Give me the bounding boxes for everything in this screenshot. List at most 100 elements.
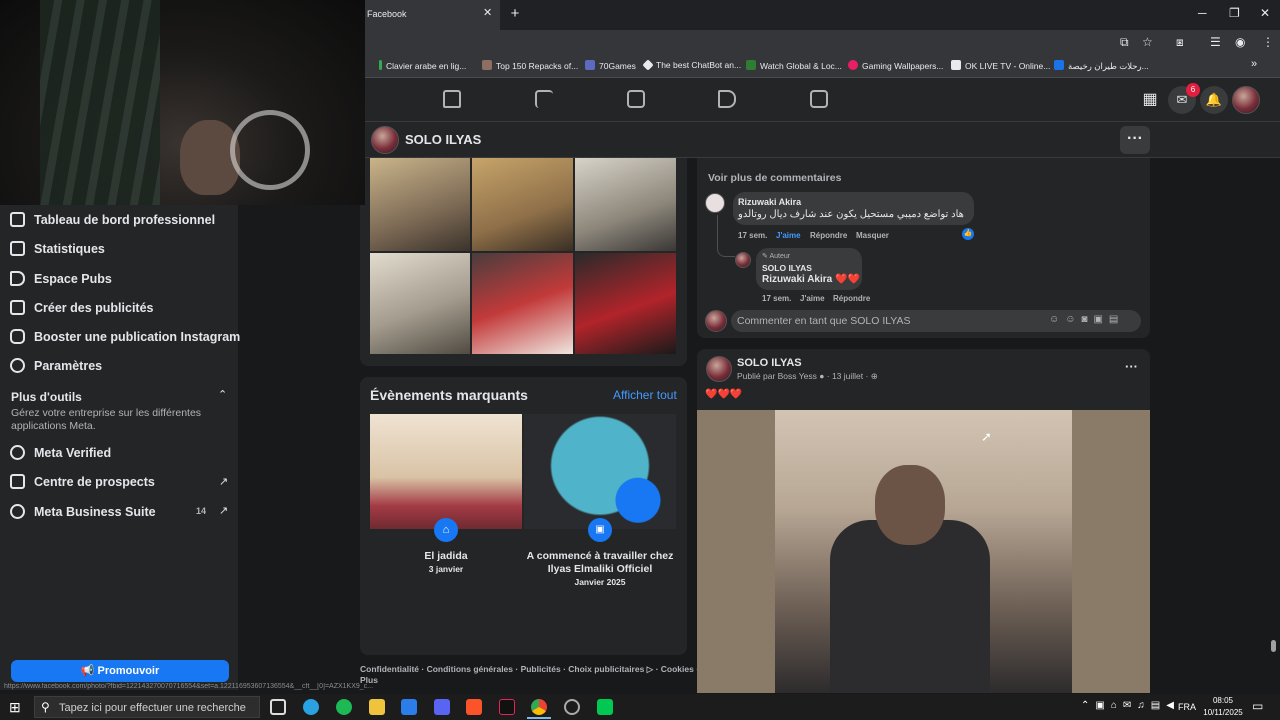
task-view-icon[interactable]	[270, 699, 286, 715]
home-icon: ⌂	[434, 518, 458, 542]
store-icon[interactable]	[401, 699, 417, 715]
reply-reply-link[interactable]: Répondre	[833, 294, 870, 303]
menu-kebab-icon[interactable]: ⋮	[1262, 35, 1274, 49]
business-suite-count: 14	[196, 506, 207, 516]
page-name[interactable]: SOLO ILYAS	[405, 132, 481, 147]
page-avatar[interactable]	[371, 126, 399, 154]
extensions-icon[interactable]: ⧆	[1176, 35, 1184, 50]
home-icon[interactable]	[443, 90, 461, 108]
promote-button[interactable]: 📢 Promouvoir	[11, 660, 229, 682]
window-close-icon[interactable]: ✕	[1260, 6, 1270, 20]
bookmark-star-icon[interactable]: ☆	[1142, 35, 1153, 49]
business-suite-icon	[10, 504, 25, 519]
post-author[interactable]: SOLO ILYAS	[737, 357, 802, 369]
video-icon[interactable]	[810, 90, 828, 108]
close-tab-icon[interactable]: ✕	[483, 6, 492, 19]
clock-time[interactable]: 08:05	[1203, 696, 1243, 705]
sidebar-item-meta-verified[interactable]: Meta Verified	[10, 445, 111, 460]
edge-icon[interactable]	[303, 699, 319, 715]
sidebar-item-settings[interactable]: Paramètres	[10, 358, 102, 373]
photo-thumbnail[interactable]	[575, 158, 676, 251]
active-app-indicator	[527, 717, 551, 719]
bookmark-item[interactable]: رحلات طيران رخيصة...	[1054, 60, 1149, 72]
collapse-chevron-icon[interactable]: ⌃	[218, 388, 227, 401]
page-options-icon[interactable]: ···	[1120, 126, 1150, 154]
bookmark-item[interactable]: Gaming Wallpapers...	[848, 60, 943, 71]
sidebar-item-business-suite[interactable]: Meta Business Suite	[10, 504, 156, 519]
sidebar-item-boost-instagram[interactable]: Booster une publication Instagram	[10, 329, 240, 344]
discord-icon[interactable]	[434, 699, 450, 715]
event-image[interactable]	[524, 414, 676, 529]
comment-hide-link[interactable]: Masquer	[856, 231, 889, 240]
event-date: Janvier 2025	[574, 577, 626, 587]
messenger-badge: 6	[1186, 83, 1200, 97]
reply-avatar[interactable]	[735, 252, 751, 268]
events-card: Évènements marquants Afficher tout ⌂ ▣ E…	[360, 377, 687, 655]
file-explorer-icon[interactable]	[369, 699, 385, 715]
thread-line	[717, 215, 735, 257]
tiktok-icon[interactable]	[499, 699, 515, 715]
bookmark-item[interactable]: The best ChatBot an...	[642, 59, 741, 71]
commenter-avatar[interactable]	[705, 193, 725, 213]
obs-icon[interactable]	[564, 699, 580, 715]
bookmark-item[interactable]: 70Games	[585, 60, 636, 71]
reply-author[interactable]: SOLO ILYAS	[762, 263, 812, 273]
tab-facebook[interactable]: Facebook ✕	[365, 0, 500, 30]
maximize-icon[interactable]: ❐	[1229, 6, 1240, 20]
app-icon[interactable]	[597, 699, 613, 715]
see-more-comments-link[interactable]: Voir plus de commentaires	[708, 172, 841, 184]
see-all-link[interactable]: Afficher tout	[613, 388, 677, 402]
clock-date[interactable]: 10/11/2025	[1200, 708, 1246, 717]
sidebar-item-statistics[interactable]: Statistiques	[10, 241, 105, 256]
megaphone-icon[interactable]	[718, 90, 736, 108]
language-indicator[interactable]: FRA	[1178, 702, 1196, 712]
minimize-icon[interactable]: ─	[1198, 6, 1207, 20]
media-icon[interactable]: ☰	[1210, 35, 1221, 49]
flag-icon[interactable]	[535, 90, 553, 108]
taskbar-search[interactable]: ⚲ Tapez ici pour effectuer une recherche	[34, 696, 260, 718]
notifications-bell-icon[interactable]: 🔔	[1200, 86, 1228, 114]
bookmark-item[interactable]: Clavier arabe en lig...	[379, 60, 466, 71]
more-bookmarks-icon[interactable]: »	[1251, 58, 1257, 70]
comment-input[interactable]: Commenter en tant que SOLO ILYAS ☺☺◙▣▤	[731, 310, 1141, 332]
page-scrollbar[interactable]	[1271, 640, 1276, 652]
system-tray-icons[interactable]: ⌃▣⌂✉♫▤◀	[1081, 700, 1180, 711]
footer-links[interactable]: Confidentialité · Conditions générales ·…	[360, 664, 699, 675]
spotify-icon[interactable]	[336, 699, 352, 715]
reply-like-link[interactable]: J'aime	[800, 294, 825, 303]
comment-like-link[interactable]: J'aime	[776, 231, 801, 240]
post-author-avatar[interactable]	[706, 356, 732, 382]
event-image[interactable]	[370, 414, 522, 529]
sidebar-item-leads-center[interactable]: Centre de prospects	[10, 474, 155, 489]
post-image[interactable]	[775, 410, 1072, 693]
comment-author[interactable]: Rizuwaki Akira	[738, 197, 801, 207]
comment-reply-link[interactable]: Répondre	[810, 231, 847, 240]
bookmark-item[interactable]: Watch Global & Loc...	[746, 60, 842, 71]
photo-thumbnail[interactable]	[370, 253, 470, 354]
sidebar-item-create-ads[interactable]: Créer des publicités	[10, 300, 154, 315]
brave-icon[interactable]	[466, 699, 482, 715]
bookmark-favicon-icon	[1054, 60, 1064, 70]
sidebar-item-ad-center[interactable]: Espace Pubs	[10, 271, 112, 286]
post-options-icon[interactable]: ···	[1125, 359, 1138, 374]
profile-avatar[interactable]	[1232, 86, 1260, 114]
photo-thumbnail[interactable]	[472, 253, 573, 354]
new-tab-button[interactable]: +	[505, 4, 525, 24]
bookmark-item[interactable]: Top 150 Repacks of...	[482, 60, 578, 71]
browser-toolbar: ⧉ ☆ ⧆ ☰ ◉ ⋮	[365, 30, 1280, 56]
apps-grid-icon[interactable]: ▦	[1136, 86, 1164, 114]
install-app-icon[interactable]: ⧉	[1120, 35, 1129, 50]
bookmark-item[interactable]: OK LIVE TV - Online...	[951, 60, 1050, 71]
chrome-icon[interactable]	[531, 699, 547, 715]
sidebar-item-dashboard[interactable]: Tableau de bord professionnel	[10, 212, 215, 227]
photo-thumbnail[interactable]	[370, 158, 470, 251]
info-icon: ●	[819, 371, 825, 381]
windows-start-icon[interactable]: ⊞	[9, 699, 21, 716]
notification-center-icon[interactable]: ▭	[1252, 699, 1263, 713]
comment-tools-icons[interactable]: ☺☺◙▣▤	[1049, 314, 1124, 325]
photo-thumbnail[interactable]	[575, 253, 676, 354]
insights-icon[interactable]	[627, 90, 645, 108]
photo-thumbnail[interactable]	[472, 158, 573, 251]
taskbar-search-placeholder: Tapez ici pour effectuer une recherche	[59, 702, 246, 714]
profile-icon[interactable]: ◉	[1235, 35, 1245, 49]
